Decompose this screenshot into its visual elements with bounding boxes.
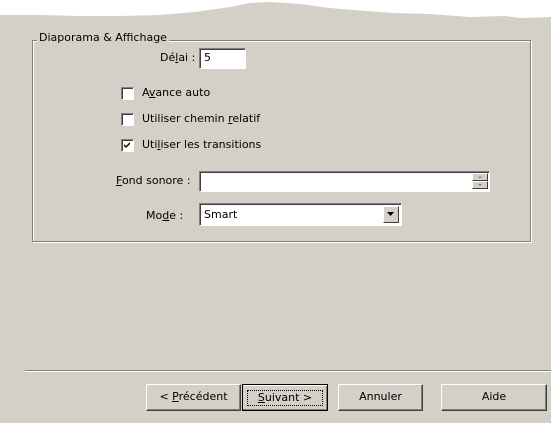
focus-rectangle (247, 390, 323, 406)
mode-select[interactable]: Smart (199, 203, 402, 226)
fond-sonore-spinner[interactable] (472, 173, 488, 189)
mode-dropdown-button[interactable] (383, 206, 399, 223)
fond-sonore-label: Fond sonore : (116, 174, 191, 187)
avance-auto-label[interactable]: Avance auto (142, 86, 210, 100)
arrow-up-icon (478, 176, 482, 178)
fond-sonore-input[interactable] (199, 171, 490, 192)
chemin-relatif-label[interactable]: Utiliser chemin relatif (142, 112, 260, 126)
delai-input[interactable]: 5 (199, 48, 246, 69)
transitions-label[interactable]: Utiliser les transitions (142, 138, 261, 152)
groupbox-title: Diaporama & Affichage (37, 31, 169, 44)
next-button[interactable]: Suivant > (242, 384, 328, 411)
mode-selected-value: Smart (204, 208, 238, 221)
checkmark-icon (124, 142, 130, 148)
mode-label: Mode : (146, 209, 184, 222)
transitions-checkbox[interactable] (121, 139, 134, 152)
spin-down-button[interactable] (472, 181, 488, 189)
spin-up-button[interactable] (472, 173, 488, 181)
chevron-down-icon (387, 212, 394, 216)
avance-auto-checkbox[interactable] (121, 87, 134, 100)
footer-separator (25, 370, 551, 372)
wizard-dialog: Diaporama & Affichage Délai : 5 Avance a… (0, 0, 551, 423)
cancel-button[interactable]: Annuler (338, 384, 423, 411)
arrow-down-icon (478, 184, 482, 186)
delai-label: Délai : (160, 51, 196, 64)
torn-paper-edge (0, 0, 551, 18)
help-button[interactable]: Aide (441, 384, 547, 411)
previous-button[interactable]: < Précédent (146, 384, 241, 411)
chemin-relatif-checkbox[interactable] (121, 113, 134, 126)
